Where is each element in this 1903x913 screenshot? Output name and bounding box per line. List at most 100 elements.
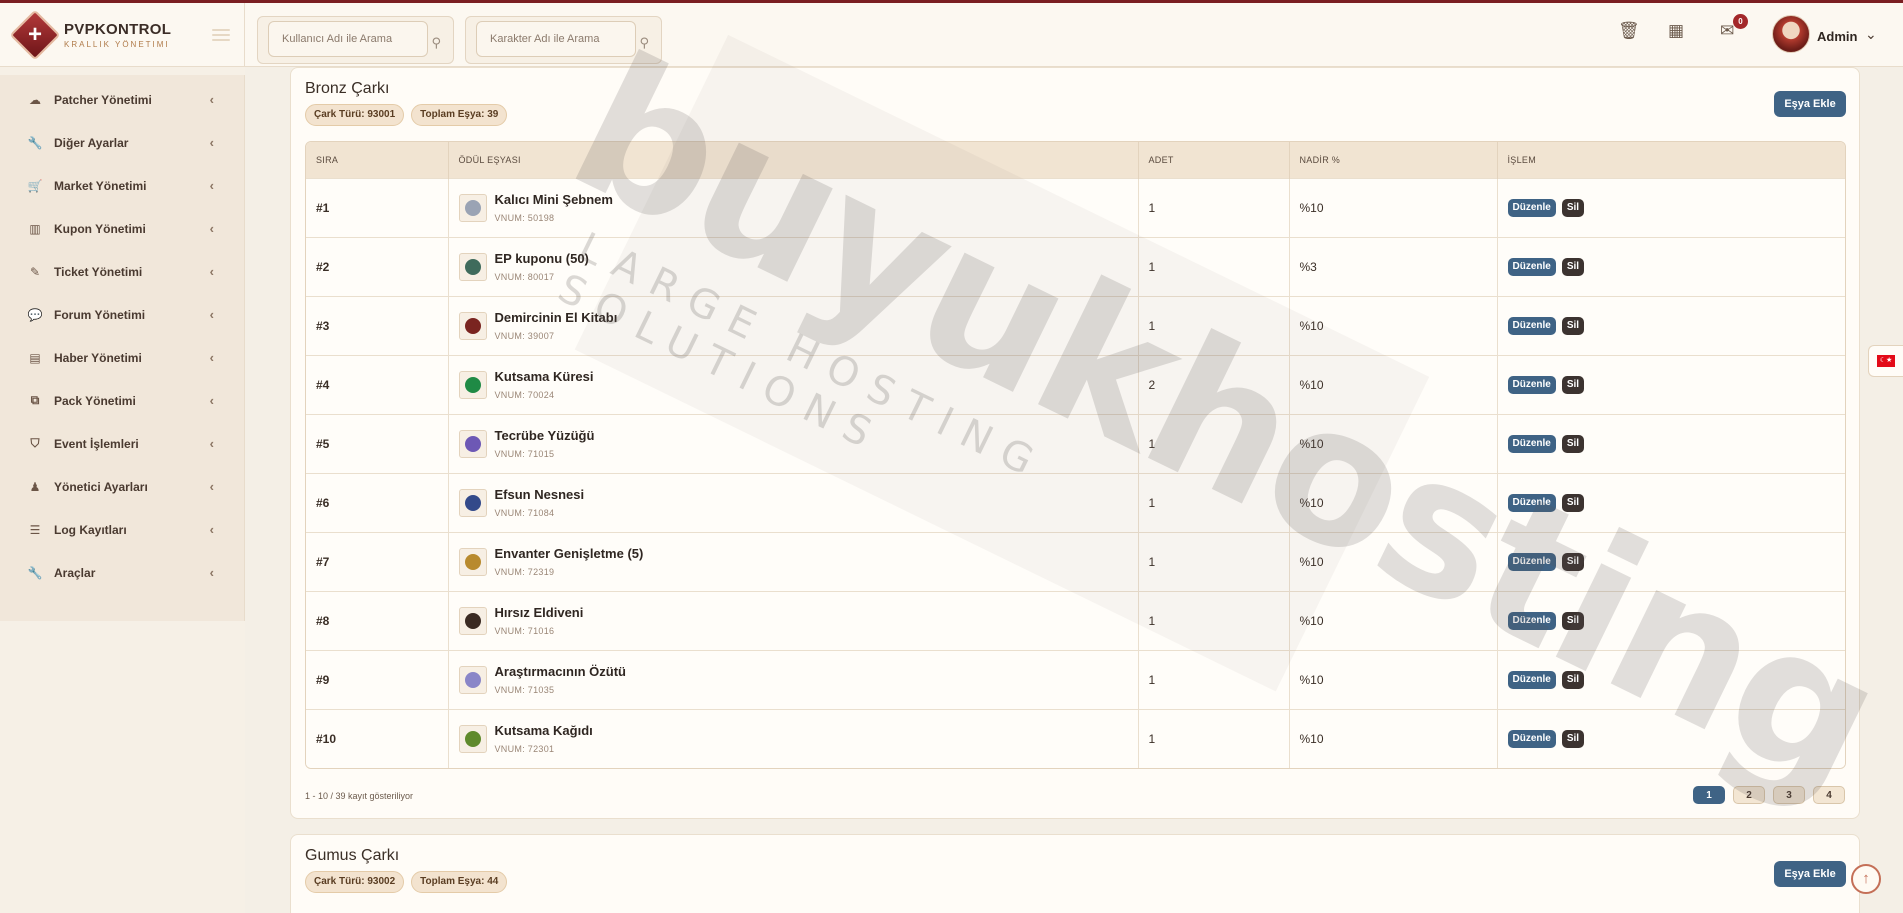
row-number: #1 <box>316 200 330 215</box>
column-header-sira[interactable]: SIRA <box>306 142 449 178</box>
topbar: ⚲ ⚲ 🗑 ▦ ✉ 0 Admin ⌄ <box>245 3 1903 67</box>
column-header-rate[interactable]: NADİR % <box>1289 142 1498 178</box>
calendar-icon[interactable]: ▦ <box>1668 21 1684 41</box>
trash-icon[interactable]: 🗑 <box>1618 21 1640 41</box>
chevron-left-icon: ‹ <box>209 135 214 150</box>
column-header-qty[interactable]: ADET <box>1138 142 1290 178</box>
item-name: Kutsama Kağıdı <box>494 723 593 739</box>
table-row: #9 Araştırmacının Özütü VNUM: 71035 1 %10 Düz… <box>306 649 1845 709</box>
turkey-flag-icon: ☾★ <box>1877 355 1895 367</box>
sidebar-item[interactable]: ☰ Log Kayıtları ‹ <box>0 508 244 551</box>
wheel-card-bronz: Bronz Çarkı Çark Türü: 93001 Toplam Eşya… <box>290 67 1860 819</box>
item-quantity: 1 <box>1138 177 1290 237</box>
delete-button[interactable]: Sil <box>1561 670 1585 689</box>
main-content: Bronz Çarkı Çark Türü: 93001 Toplam Eşya… <box>272 67 1862 913</box>
delete-button[interactable]: Sil <box>1561 316 1585 335</box>
delete-button[interactable]: Sil <box>1561 434 1585 453</box>
column-header-item[interactable]: ÖDÜL EŞYASI <box>448 142 1139 178</box>
shield-icon: ⛉ <box>30 436 40 450</box>
item-icon <box>458 724 487 753</box>
sidebar-item[interactable]: 🔧 Araçlar ‹ <box>0 551 244 594</box>
item-quantity: 1 <box>1138 413 1290 473</box>
sidebar-item-label: Araçlar <box>54 565 96 580</box>
brand-logo-icon[interactable]: + <box>9 9 61 60</box>
search-icon[interactable]: ⚲ <box>431 35 441 51</box>
sidebar-item[interactable]: ▤ Haber Yönetimi ‹ <box>0 336 244 379</box>
edit-button[interactable]: Düzenle <box>1507 729 1556 748</box>
edit-button[interactable]: Düzenle <box>1507 493 1556 512</box>
sidebar-item[interactable]: ✎ Ticket Yönetimi ‹ <box>0 250 244 293</box>
sidebar: + PVPKONTROL KRALLIK YÖNETIMI ☁ Patcher Y… <box>0 3 245 913</box>
edit-button[interactable]: Düzenle <box>1507 198 1556 217</box>
item-quantity: 1 <box>1138 236 1290 296</box>
delete-button[interactable]: Sil <box>1561 729 1585 748</box>
brand-subtitle: KRALLIK YÖNETIMI <box>64 39 170 49</box>
sidebar-item[interactable]: 🔧 Diğer Ayarlar ‹ <box>0 121 244 164</box>
add-item-button[interactable]: Eşya Ekle <box>1774 91 1846 117</box>
language-switcher[interactable]: ☾★ <box>1868 345 1903 377</box>
page-button[interactable]: 2 <box>1733 786 1765 804</box>
edit-button[interactable]: Düzenle <box>1507 375 1556 394</box>
sidebar-item[interactable]: ⛉ Event İşlemleri ‹ <box>0 422 244 465</box>
sidebar-item-label: Pack Yönetimi <box>54 393 136 408</box>
page-button[interactable]: 4 <box>1813 786 1845 804</box>
row-number: #2 <box>316 259 330 274</box>
item-name: EP kuponu (50) <box>494 251 589 266</box>
sidebar-item[interactable]: ⧉ Pack Yönetimi ‹ <box>0 379 244 422</box>
character-search-input[interactable] <box>476 21 636 57</box>
sidebar-item-label: Market Yönetimi <box>54 178 147 193</box>
delete-button[interactable]: Sil <box>1561 257 1585 276</box>
edit-button[interactable]: Düzenle <box>1507 434 1556 453</box>
delete-button[interactable]: Sil <box>1561 493 1585 512</box>
chevron-left-icon: ‹ <box>209 565 214 580</box>
item-rate: %10 <box>1289 590 1498 650</box>
item-vnum: VNUM: 70024 <box>494 390 555 400</box>
user-search-input[interactable] <box>268 21 428 57</box>
item-icon <box>458 193 487 222</box>
row-number: #4 <box>316 377 330 392</box>
row-number: #6 <box>316 495 330 510</box>
item-vnum: VNUM: 71016 <box>494 626 555 636</box>
item-rate: %10 <box>1289 354 1498 414</box>
item-name: Hırsız Eldiveni <box>494 605 584 620</box>
column-header-action: İŞLEM <box>1497 142 1845 178</box>
edit-button[interactable]: Düzenle <box>1507 552 1556 571</box>
chevron-left-icon: ‹ <box>209 221 214 236</box>
avatar[interactable] <box>1772 15 1810 53</box>
hamburger-menu-icon[interactable] <box>212 28 230 41</box>
mail-icon[interactable]: ✉ <box>1720 21 1734 41</box>
sidebar-item-label: Kupon Yönetimi <box>54 221 146 236</box>
sidebar-item[interactable]: ▥ Kupon Yönetimi ‹ <box>0 207 244 250</box>
sidebar-item[interactable]: ♟ Yönetici Ayarları ‹ <box>0 465 244 508</box>
edit-button[interactable]: Düzenle <box>1507 316 1556 335</box>
item-total-chip: Toplam Eşya: 44 <box>411 871 508 893</box>
item-quantity: 1 <box>1138 649 1290 709</box>
scroll-to-top-icon[interactable]: ↑ <box>1851 864 1881 894</box>
item-quantity: 1 <box>1138 590 1290 650</box>
delete-button[interactable]: Sil <box>1561 198 1585 217</box>
delete-button[interactable]: Sil <box>1561 611 1585 630</box>
delete-button[interactable]: Sil <box>1561 375 1585 394</box>
edit-button[interactable]: Düzenle <box>1507 670 1556 689</box>
sidebar-item[interactable]: 🛒 Market Yönetimi ‹ <box>0 164 244 207</box>
sidebar-item-label: Diğer Ayarlar <box>54 135 129 150</box>
edit-button[interactable]: Düzenle <box>1507 257 1556 276</box>
chevron-left-icon: ‹ <box>209 522 214 537</box>
page-button[interactable]: 1 <box>1693 786 1725 804</box>
chevron-left-icon: ‹ <box>209 393 214 408</box>
delete-button[interactable]: Sil <box>1561 552 1585 571</box>
edit-button[interactable]: Düzenle <box>1507 611 1556 630</box>
sidebar-item-label: Haber Yönetimi <box>54 350 142 365</box>
chevron-down-icon[interactable]: ⌄ <box>1865 26 1877 43</box>
tools-icon: 🔧 <box>27 565 43 580</box>
chevron-left-icon: ‹ <box>209 264 214 279</box>
search-icon[interactable]: ⚲ <box>639 35 649 51</box>
chevron-left-icon: ‹ <box>209 178 214 193</box>
sidebar-item[interactable]: 💬 Forum Yönetimi ‹ <box>0 293 244 336</box>
add-item-button[interactable]: Eşya Ekle <box>1774 861 1846 887</box>
sidebar-item-label: Log Kayıtları <box>54 522 127 537</box>
sidebar-item[interactable]: ☁ Patcher Yönetimi ‹ <box>0 78 244 121</box>
wrench-icon: 🔧 <box>27 135 43 150</box>
admin-name[interactable]: Admin <box>1817 29 1857 44</box>
page-button[interactable]: 3 <box>1773 786 1805 804</box>
